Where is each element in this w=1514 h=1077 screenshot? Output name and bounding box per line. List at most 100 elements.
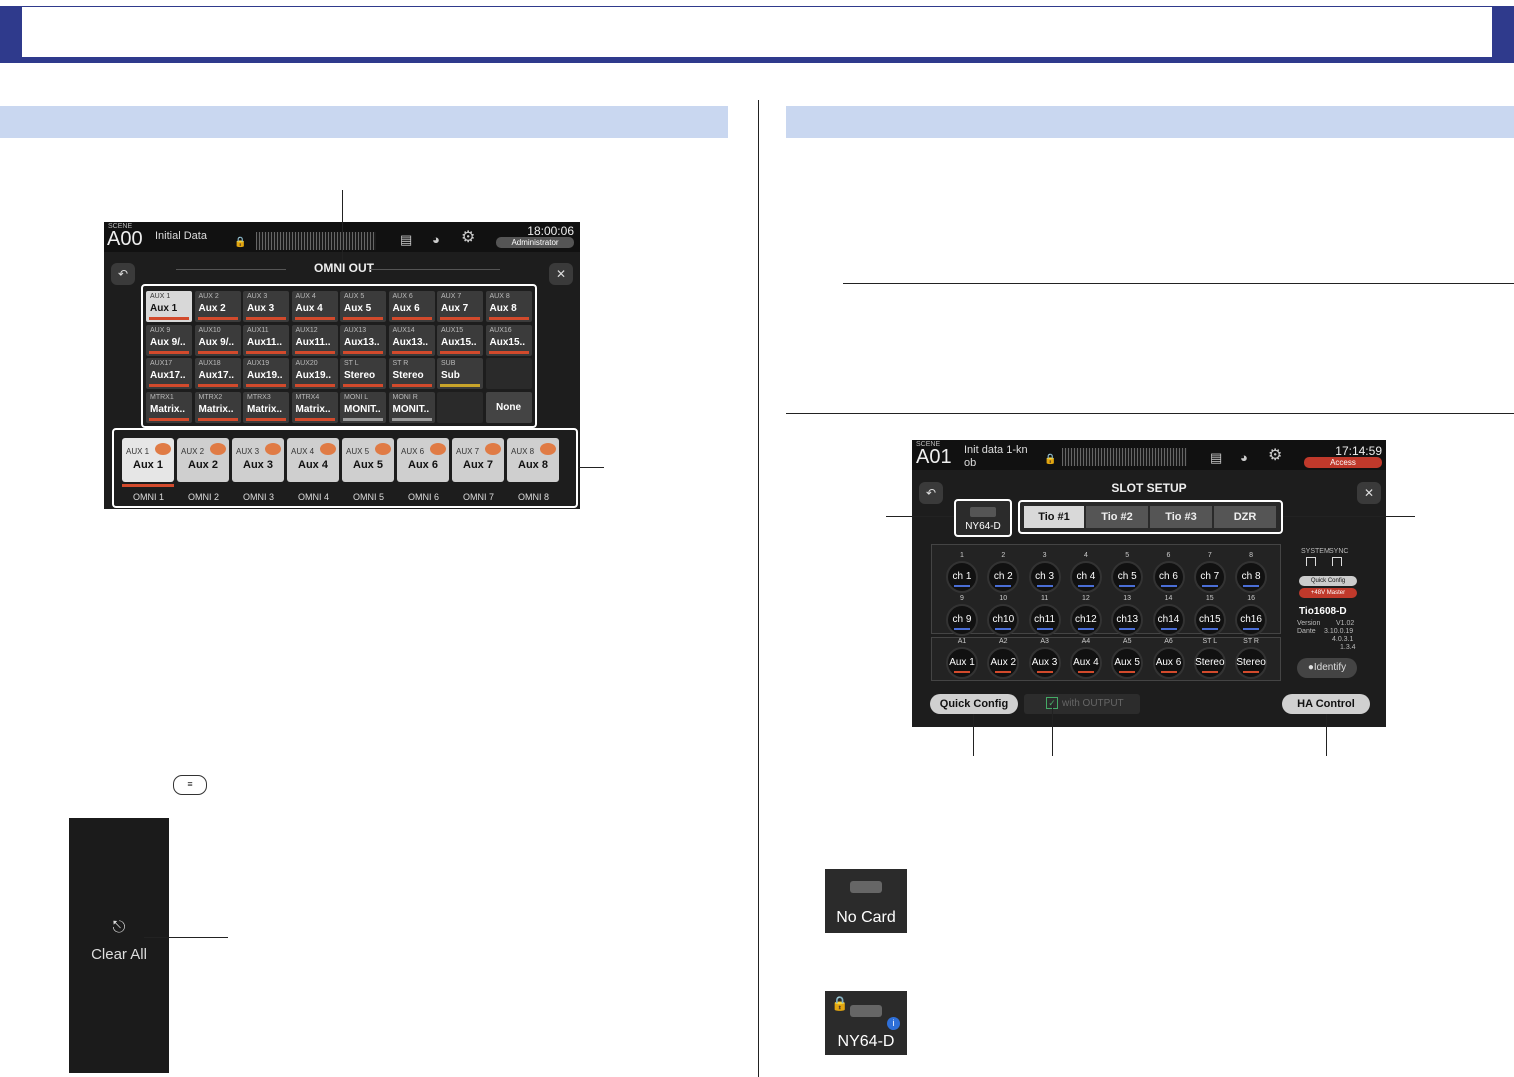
- rule-line: [786, 413, 1514, 414]
- input-knob[interactable]: 1 ch 1: [946, 552, 978, 593]
- knob-label: ch 9: [952, 614, 972, 625]
- input-knob[interactable]: 12 ch12: [1069, 595, 1102, 636]
- knob-color-bar: [1077, 628, 1094, 630]
- callout-line: [973, 714, 974, 756]
- clear-all-icon: ⎋: [112, 919, 126, 936]
- input-knob[interactable]: 13 ch13: [1111, 595, 1144, 636]
- tab-tio-1[interactable]: Tio #1: [1024, 506, 1084, 528]
- knob-label: ch12: [1075, 614, 1097, 625]
- lock-icon: 🔒: [831, 995, 849, 1011]
- input-knob[interactable]: 9 ch 9: [946, 595, 978, 636]
- header-accent-right: [1492, 6, 1514, 63]
- knob-number: 3: [1042, 552, 1047, 559]
- input-knob[interactable]: 14 ch14: [1152, 595, 1185, 636]
- info-icon: i: [887, 1017, 900, 1030]
- knob-number: 16: [1247, 595, 1255, 602]
- knob-color-bar: [1201, 628, 1218, 630]
- knob-label: ch 7: [1200, 571, 1220, 582]
- tab-dzr[interactable]: DZR: [1214, 506, 1276, 528]
- input-knob[interactable]: 11 ch11: [1028, 595, 1061, 636]
- output-knob[interactable]: A6 Aux 6: [1152, 638, 1185, 679]
- knob-color-bar: [1119, 671, 1136, 673]
- scene-name-line-2: ob: [964, 457, 977, 469]
- output-knob[interactable]: ST L Stereo: [1193, 638, 1226, 679]
- omni-out-screen: SCENE A00 Initial Data 🔒 ▤ ◕ ⚙ 18:00:06 …: [104, 222, 580, 509]
- output-knob[interactable]: A5 Aux 5: [1111, 638, 1144, 679]
- output-knob[interactable]: ST R Stereo: [1235, 638, 1268, 679]
- close-button[interactable]: ✕: [1357, 482, 1381, 504]
- clock: 18:00:06: [527, 224, 574, 238]
- ha-control-button[interactable]: HA Control: [1282, 694, 1370, 714]
- knob-label: Aux 2: [990, 657, 1017, 668]
- dante-label: Dante: [1297, 628, 1316, 635]
- scene-number[interactable]: A01: [916, 446, 952, 469]
- knob-number: A3: [1040, 638, 1049, 645]
- knob-label: ch15: [1198, 614, 1221, 625]
- scene-name[interactable]: Initial Data: [155, 230, 207, 242]
- callout-line: [342, 190, 343, 264]
- back-button[interactable]: ↶: [919, 482, 943, 504]
- tab-tio-2[interactable]: Tio #2: [1086, 506, 1148, 528]
- knob-label: Stereo: [1236, 657, 1266, 668]
- column-divider: [758, 100, 759, 1077]
- knob-color-bar: [1077, 585, 1094, 587]
- knob-label: ch14: [1157, 614, 1180, 625]
- header-accent-left: [0, 6, 22, 63]
- level-meter: [1062, 448, 1187, 466]
- tab-tio-3[interactable]: Tio #3: [1150, 506, 1212, 528]
- knob-color-bar: [1036, 585, 1053, 587]
- close-button[interactable]: ✕: [549, 263, 573, 285]
- knob-color-bar: [1201, 585, 1218, 587]
- version-label: Version: [1297, 620, 1321, 627]
- clear-all-button[interactable]: Clear All: [69, 946, 169, 963]
- input-knob[interactable]: 16 ch16: [1235, 595, 1268, 636]
- quick-config-button[interactable]: Quick Config: [930, 694, 1018, 714]
- callout-frame: [112, 428, 578, 508]
- gear-icon[interactable]: ⚙: [1268, 448, 1282, 464]
- system-label: SYSTEM: [1301, 548, 1330, 555]
- output-knob[interactable]: A4 Aux 4: [1069, 638, 1102, 679]
- locked-card-icon: 🔒 i NY64-D: [825, 991, 907, 1055]
- knob-label: ch13: [1116, 614, 1139, 625]
- knob-number: 10: [999, 595, 1008, 602]
- input-knob[interactable]: 8 ch 8: [1235, 552, 1268, 593]
- identify-button[interactable]: ●Identify: [1297, 658, 1357, 678]
- knob-number: A4: [1081, 638, 1091, 645]
- card-name-label: NY64-D: [837, 1033, 895, 1050]
- device-name: Tio1608-D: [1299, 606, 1347, 617]
- recorder-icon[interactable]: ▤: [1210, 451, 1222, 465]
- gear-icon[interactable]: ⚙: [461, 230, 475, 246]
- card-button[interactable]: NY64-D: [954, 499, 1012, 537]
- output-knob[interactable]: A1 Aux 1: [946, 638, 978, 679]
- knob-color-bar: [1036, 671, 1053, 673]
- input-knob[interactable]: 5 ch 5: [1111, 552, 1144, 593]
- knob-color-bar: [1160, 671, 1177, 673]
- back-button[interactable]: ↶: [111, 263, 135, 285]
- input-knob[interactable]: 3 ch 3: [1028, 552, 1061, 593]
- headphones-icon[interactable]: ◕: [432, 233, 440, 247]
- header-rule: [0, 57, 1514, 63]
- knob-number: 5: [1125, 552, 1130, 559]
- knob-label: Aux 1: [949, 657, 975, 668]
- access-badge[interactable]: Access: [1304, 457, 1382, 468]
- knob-color-bar: [1243, 585, 1260, 587]
- knob-color-bar: [995, 585, 1012, 587]
- scene-name[interactable]: Init data 1-kn: [964, 444, 1028, 456]
- quick-config-badge: Quick Config: [1299, 576, 1357, 586]
- knob-color-bar: [954, 671, 970, 673]
- with-output-toggle[interactable]: ✓ with OUTPUT: [1024, 694, 1140, 714]
- card-name: NY64-D: [965, 521, 1001, 532]
- headphones-icon[interactable]: ◕: [1240, 451, 1248, 465]
- card-icon: [970, 507, 996, 517]
- input-knob[interactable]: 6 ch 6: [1152, 552, 1185, 593]
- recorder-icon[interactable]: ▤: [400, 233, 412, 247]
- output-knob[interactable]: A3 Aux 3: [1028, 638, 1061, 679]
- knob-number: 1: [960, 552, 964, 559]
- input-knob[interactable]: 7 ch 7: [1193, 552, 1226, 593]
- user-badge[interactable]: Administrator: [496, 237, 574, 248]
- section-bar-left: [0, 106, 728, 138]
- input-knob[interactable]: 15 ch15: [1193, 595, 1226, 636]
- input-knob[interactable]: 4 ch 4: [1069, 552, 1102, 593]
- scene-number[interactable]: A00: [107, 228, 143, 251]
- knob-color-bar: [954, 628, 970, 630]
